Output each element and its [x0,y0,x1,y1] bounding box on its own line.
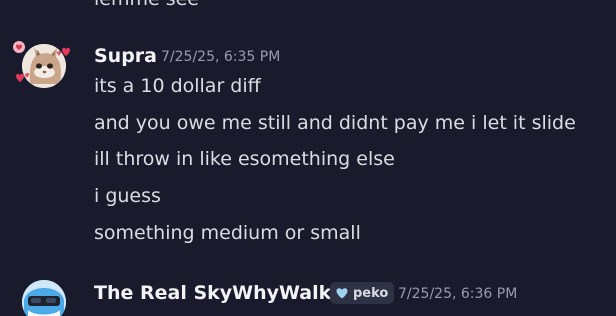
message-text: its a 10 dollar diff [94,75,261,97]
character-avatar-icon [22,280,66,316]
server-tag-label: peko [353,285,389,301]
heart-icon [62,47,70,56]
username[interactable]: Supra [94,45,157,67]
chat-messages: lemme see [0,0,616,316]
message-text: and you owe me still and didnt pay me i … [94,112,576,134]
heart-icon [336,287,348,298]
message-text: something medium or small [94,222,361,244]
server-tag[interactable]: peko [330,282,395,304]
heart-face-icon [13,41,25,53]
message-text: i guess [94,185,161,207]
timestamp[interactable]: 7/25/25, 6:36 PM [398,286,517,302]
previous-message-text: lemme see [94,0,199,10]
timestamp[interactable]: 7/25/25, 6:35 PM [161,49,280,65]
avatar[interactable] [22,280,66,316]
username[interactable]: The Real SkyWhyWalker [94,282,353,304]
heart-icon [16,73,24,82]
message-text: ill throw in like esomething else [94,148,395,170]
